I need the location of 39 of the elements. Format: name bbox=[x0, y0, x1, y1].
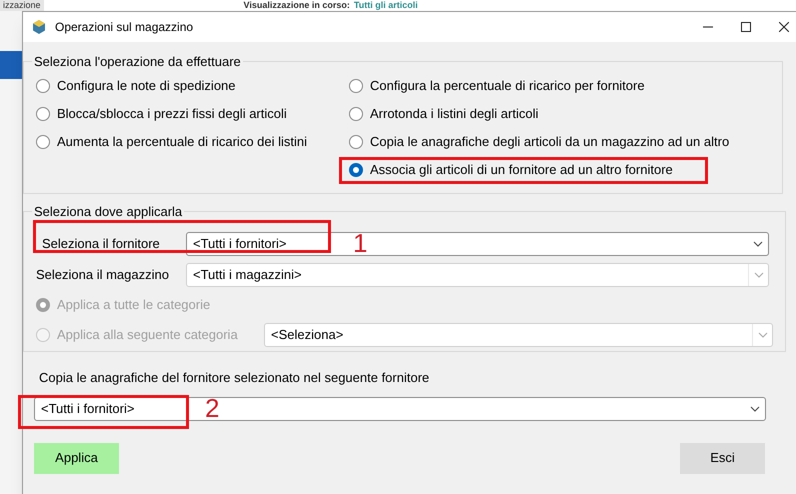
field-label: Copia le anagrafiche del fornitore selezionato nel seguente fornitore bbox=[39, 369, 430, 387]
chevron-down-icon bbox=[754, 272, 764, 278]
chevron-down-icon bbox=[750, 406, 760, 412]
option-label: Configura la percentuale di ricarico per fornitore bbox=[370, 76, 645, 95]
radio-button[interactable] bbox=[349, 78, 363, 92]
dropdown[interactable]: <Tutti i magazzini> bbox=[186, 262, 769, 286]
window-title: Operazioni sul magazzino bbox=[55, 19, 194, 36]
field-label: Seleziona il fornitore bbox=[41, 234, 161, 253]
selected-row bbox=[0, 51, 22, 79]
option-label: Applica a tutte le categorie bbox=[57, 296, 212, 314]
radio-button[interactable] bbox=[349, 163, 363, 177]
dropdown[interactable]: <Tutti i fornitori> 1 bbox=[186, 232, 769, 256]
radio-button[interactable] bbox=[36, 106, 50, 120]
annotation-number: 1 bbox=[353, 228, 368, 256]
option-label: Associa gli articoli di un fornitore ad un altro fornitore bbox=[370, 161, 673, 180]
group-title: Seleziona l'operazione da effettuare bbox=[33, 53, 242, 71]
background-heading-value: Tutti gli articoli bbox=[354, 0, 418, 11]
exit-button[interactable]: Esci bbox=[680, 442, 765, 474]
apply-button[interactable]: Applica bbox=[34, 442, 119, 474]
radio-button[interactable] bbox=[36, 134, 50, 148]
option-label: Configura le note di spedizione bbox=[57, 76, 236, 95]
group-title: Seleziona dove applicarla bbox=[33, 203, 184, 221]
radio-button[interactable] bbox=[349, 134, 363, 148]
field-label: Seleziona il magazzino bbox=[36, 266, 170, 284]
dropdown[interactable]: <Tutti i fornitori> 2 bbox=[34, 396, 766, 420]
option-label: Arrotonda i listini degli articoli bbox=[370, 104, 538, 123]
option-label: Aumenta la percentuale di ricarico dei listini bbox=[57, 132, 308, 151]
background-heading: Visualizzazione in corso: bbox=[244, 0, 350, 11]
close-icon[interactable] bbox=[779, 22, 789, 32]
radio-button[interactable] bbox=[36, 78, 50, 92]
chevron-down-icon bbox=[758, 332, 768, 338]
radio-button[interactable] bbox=[349, 106, 363, 120]
option-label: Applica alla seguente categoria bbox=[57, 326, 239, 344]
annotation-number: 2 bbox=[205, 394, 220, 422]
maximize-icon[interactable] bbox=[741, 22, 751, 32]
option-label: Blocca/sblocca i prezzi fissi degli articoli bbox=[57, 104, 287, 123]
chevron-down-icon bbox=[753, 240, 763, 246]
app-icon bbox=[31, 19, 47, 35]
option-label: Copia le anagrafiche degli articoli da un magazzino ad un altro bbox=[370, 132, 730, 151]
